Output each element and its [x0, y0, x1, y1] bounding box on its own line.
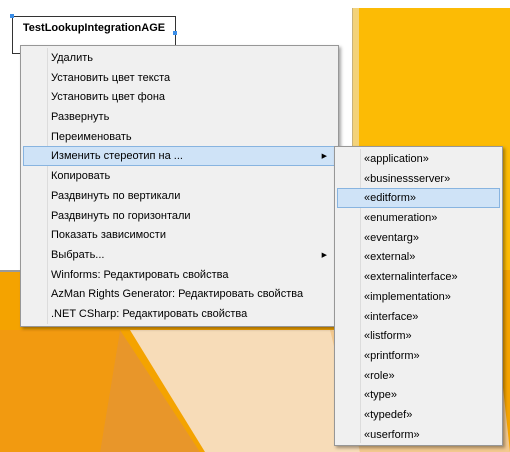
menu-item[interactable]: «typedef» — [337, 405, 500, 425]
menu-item[interactable]: AzMan Rights Generator: Редактировать св… — [23, 284, 336, 304]
menu-item-label: AzMan Rights Generator: Редактировать св… — [51, 288, 304, 301]
stereotype-submenu: «application» «businessserver» «editform» «… — [334, 146, 503, 446]
menu-item-label: «interface» — [364, 310, 419, 323]
window-edge — [352, 0, 510, 8]
menu-item-label: «printform» — [364, 349, 420, 362]
menu-item[interactable]: «editform» — [337, 188, 500, 209]
menu-item-label: Удалить — [51, 52, 93, 64]
menu-item[interactable]: «external» — [337, 247, 500, 267]
menu-item[interactable]: Установить цвет текста — [23, 68, 336, 88]
class-name: TestLookupIntegrationAGE — [22, 22, 166, 34]
menu-item-label: Развернуть — [51, 111, 110, 124]
menu-item[interactable]: Удалить — [23, 48, 336, 68]
menu-item-label: «listform» — [364, 330, 412, 343]
menu-item[interactable]: Выбрать... ▶ — [23, 245, 336, 265]
menu-item-label: «implementation» — [364, 290, 451, 303]
menu-item[interactable]: Установить цвет фона — [23, 87, 336, 107]
chevron-right-icon: ▶ — [321, 153, 327, 161]
menu-item-label: «externalinterface» — [364, 271, 458, 284]
menu-item[interactable]: «application» — [337, 149, 500, 169]
selection-handle[interactable] — [173, 31, 177, 35]
menu-item-label: Переименовать — [51, 130, 132, 143]
menu-item[interactable]: Раздвинуть по горизонтали — [23, 206, 336, 226]
menu-item[interactable]: «interface» — [337, 307, 500, 327]
menu-item[interactable]: Winforms: Редактировать свойства — [23, 265, 336, 285]
menu-item-label: «typedef» — [364, 408, 413, 421]
menu-item-label: Выбрать... — [51, 248, 105, 261]
selection-handle[interactable] — [10, 14, 14, 18]
menu-item-label: .NET CSharp: Редактировать свойства — [51, 307, 248, 320]
menu-item-label: Установить цвет текста — [51, 71, 171, 84]
menu-item[interactable]: Переименовать — [23, 127, 336, 147]
menu-item-label: «external» — [364, 251, 416, 264]
menu-item[interactable]: «implementation» — [337, 287, 500, 307]
menu-item[interactable]: «businessserver» — [337, 169, 500, 189]
chevron-right-icon: ▶ — [321, 251, 327, 259]
menu-item-label: «editform» — [364, 192, 416, 205]
menu-item-label: «type» — [364, 389, 398, 402]
menu-item[interactable]: Копировать — [23, 166, 336, 186]
menu-item-label: «role» — [364, 369, 395, 382]
menu-item[interactable]: Показать зависимости — [23, 225, 336, 245]
menu-item[interactable]: «userform» — [337, 425, 500, 445]
menu-item[interactable]: «printform» — [337, 346, 500, 366]
menu-item-label: Изменить стереотип на ... — [51, 150, 183, 163]
menu-item[interactable]: .NET CSharp: Редактировать свойства — [23, 304, 336, 324]
menu-item[interactable]: «listform» — [337, 326, 500, 346]
menu-item[interactable]: «enumeration» — [337, 208, 500, 228]
menu-item[interactable]: «role» — [337, 366, 500, 386]
menu-item-label: Копировать — [51, 170, 111, 183]
menu-item-label: «userform» — [364, 428, 420, 441]
menu-item-label: Установить цвет фона — [51, 91, 166, 104]
menu-item[interactable]: Изменить стереотип на ... ▶ — [23, 146, 336, 167]
menu-item-label: Winforms: Редактировать свойства — [51, 268, 229, 281]
context-menu: Удалить Установить цвет текста Установить … — [20, 45, 339, 327]
menu-item[interactable]: Раздвинуть по вертикали — [23, 186, 336, 206]
menu-item[interactable]: «externalinterface» — [337, 267, 500, 287]
menu-item-label: «businessserver» — [364, 172, 451, 185]
menu-item-label: «eventarg» — [364, 231, 420, 244]
menu-item-label: «application» — [364, 153, 429, 165]
menu-item[interactable]: «eventarg» — [337, 228, 500, 248]
menu-item[interactable]: Развернуть — [23, 107, 336, 127]
menu-item-label: Раздвинуть по вертикали — [51, 189, 181, 202]
menu-item-label: Раздвинуть по горизонтали — [51, 209, 191, 222]
menu-item-label: «enumeration» — [364, 212, 438, 225]
menu-item[interactable]: «type» — [337, 385, 500, 405]
menu-item-label: Показать зависимости — [51, 229, 166, 242]
